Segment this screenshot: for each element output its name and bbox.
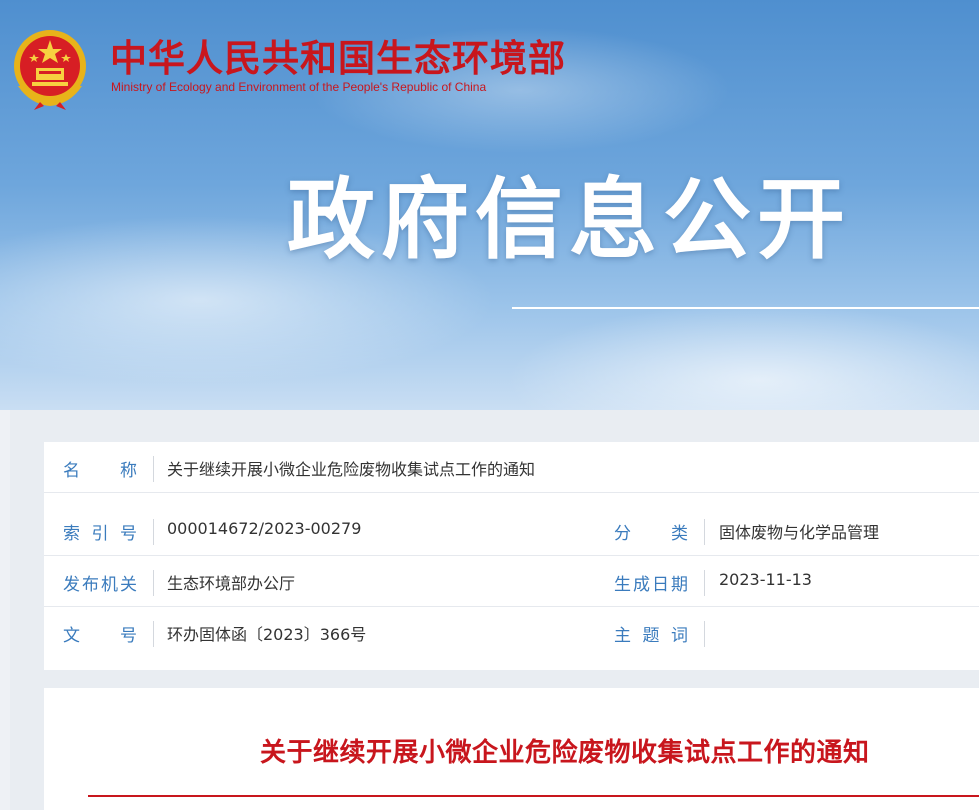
- divider: [704, 570, 705, 596]
- info-row-index: 索引号 000014672/2023-00279 分类 固体废物与化学品管理: [44, 505, 979, 556]
- article-title: 关于继续开展小微企业危险废物收集试点工作的通知: [260, 738, 870, 768]
- docno-value: 环办固体函〔2023〕366号: [167, 625, 367, 644]
- category-value: 固体废物与化学品管理: [719, 523, 880, 542]
- info-row-issuer: 发布机关 生态环境部办公厅 生成日期 2023-11-13: [44, 556, 979, 607]
- document-info-table: 名称 关于继续开展小微企业危险废物收集试点工作的通知 索引号 000014672…: [44, 442, 979, 670]
- divider: [153, 456, 154, 482]
- site-subtitle: Ministry of Ecology and Environment of t…: [111, 80, 487, 94]
- divider: [153, 519, 154, 545]
- header-banner: 中华人民共和国生态环境部 Ministry of Ecology and Env…: [0, 0, 979, 410]
- hero-heading: 政府信息公开: [287, 168, 852, 271]
- keywords-label: 主题词: [614, 626, 688, 646]
- hero-divider: [512, 307, 979, 309]
- info-row-name: 名称 关于继续开展小微企业危险废物收集试点工作的通知: [44, 442, 979, 493]
- divider: [704, 519, 705, 545]
- divider: [704, 621, 705, 647]
- divider: [153, 570, 154, 596]
- name-value: 关于继续开展小微企业危险废物收集试点工作的通知: [167, 460, 536, 479]
- index-value: 000014672/2023-00279: [167, 519, 362, 538]
- date-value: 2023-11-13: [719, 570, 812, 589]
- divider: [153, 621, 154, 647]
- article-panel: 关于继续开展小微企业危险废物收集试点工作的通知: [44, 688, 979, 810]
- date-label: 生成日期: [614, 575, 688, 595]
- docno-label: 文号: [63, 626, 137, 646]
- issuer-label: 发布机关: [63, 575, 137, 595]
- site-title[interactable]: 中华人民共和国生态环境部: [110, 28, 566, 82]
- issuer-value: 生态环境部办公厅: [167, 574, 296, 593]
- index-label: 索引号: [63, 524, 137, 544]
- category-label: 分类: [614, 524, 688, 544]
- national-emblem-icon: [14, 30, 86, 110]
- name-label: 名称: [63, 461, 137, 481]
- info-row-docno: 文号 环办固体函〔2023〕366号 主题词: [44, 607, 979, 657]
- title-underline: [88, 795, 979, 797]
